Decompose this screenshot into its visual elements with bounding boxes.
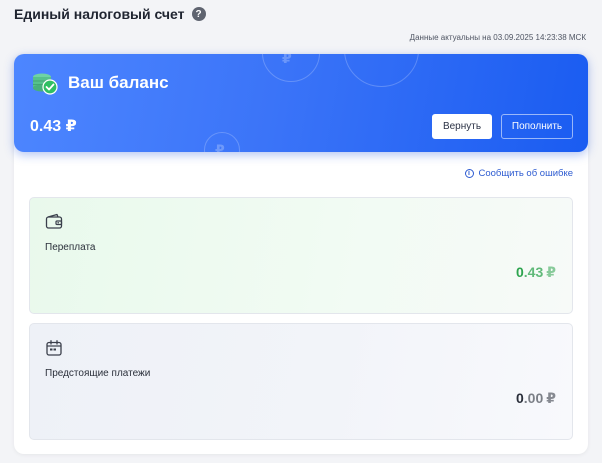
upcoming-value-fraction: .00 bbox=[523, 390, 544, 406]
info-circle-icon: i bbox=[464, 169, 474, 178]
upcoming-payments-value: 0.00 ₽ bbox=[516, 390, 556, 407]
decorative-ruble-icon: ₽ bbox=[282, 54, 292, 66]
report-error-link[interactable]: i Сообщить об ошибке bbox=[464, 168, 574, 179]
tax-account-panel: ₽ ₽ Ваш баланс 0.43 ₽ Вернуть Пополнить … bbox=[14, 54, 588, 454]
topup-button[interactable]: Пополнить bbox=[501, 114, 573, 139]
page-title: Единый налоговый счет bbox=[14, 6, 185, 22]
overpayment-label: Переплата bbox=[45, 242, 96, 253]
coins-check-icon bbox=[33, 73, 58, 95]
upcoming-payments-label: Предстоящие платежи bbox=[45, 368, 151, 379]
balance-amount: 0.43 ₽ bbox=[30, 118, 77, 135]
balance-card: ₽ ₽ Ваш баланс 0.43 ₽ Вернуть Пополнить bbox=[14, 54, 588, 152]
page-header: Единый налоговый счет ? bbox=[14, 6, 206, 22]
calendar-icon bbox=[46, 340, 62, 356]
decorative-ruble-icon: ₽ bbox=[215, 142, 225, 152]
decorative-circle bbox=[344, 54, 419, 87]
wallet-icon bbox=[45, 213, 63, 229]
overpayment-value-fraction: .43 bbox=[523, 264, 544, 280]
overpayment-card[interactable]: Переплата 0.43 ₽ bbox=[29, 197, 573, 314]
report-error-label: Сообщить об ошибке bbox=[478, 168, 574, 179]
upcoming-payments-card[interactable]: Предстоящие платежи 0.00 ₽ bbox=[29, 323, 573, 440]
upcoming-value-main: 0 bbox=[515, 390, 524, 406]
overpayment-value-main: 0 bbox=[515, 264, 524, 280]
return-button[interactable]: Вернуть bbox=[432, 114, 492, 139]
overpayment-currency: ₽ bbox=[546, 264, 556, 280]
overpayment-value: 0.43 ₽ bbox=[516, 264, 556, 281]
upcoming-currency: ₽ bbox=[546, 390, 556, 406]
balance-title: Ваш баланс bbox=[68, 73, 169, 92]
question-circle-icon[interactable]: ? bbox=[191, 7, 206, 21]
data-updated-timestamp: Данные актуальны на 03.09.2025 14:23:38 … bbox=[409, 33, 586, 42]
